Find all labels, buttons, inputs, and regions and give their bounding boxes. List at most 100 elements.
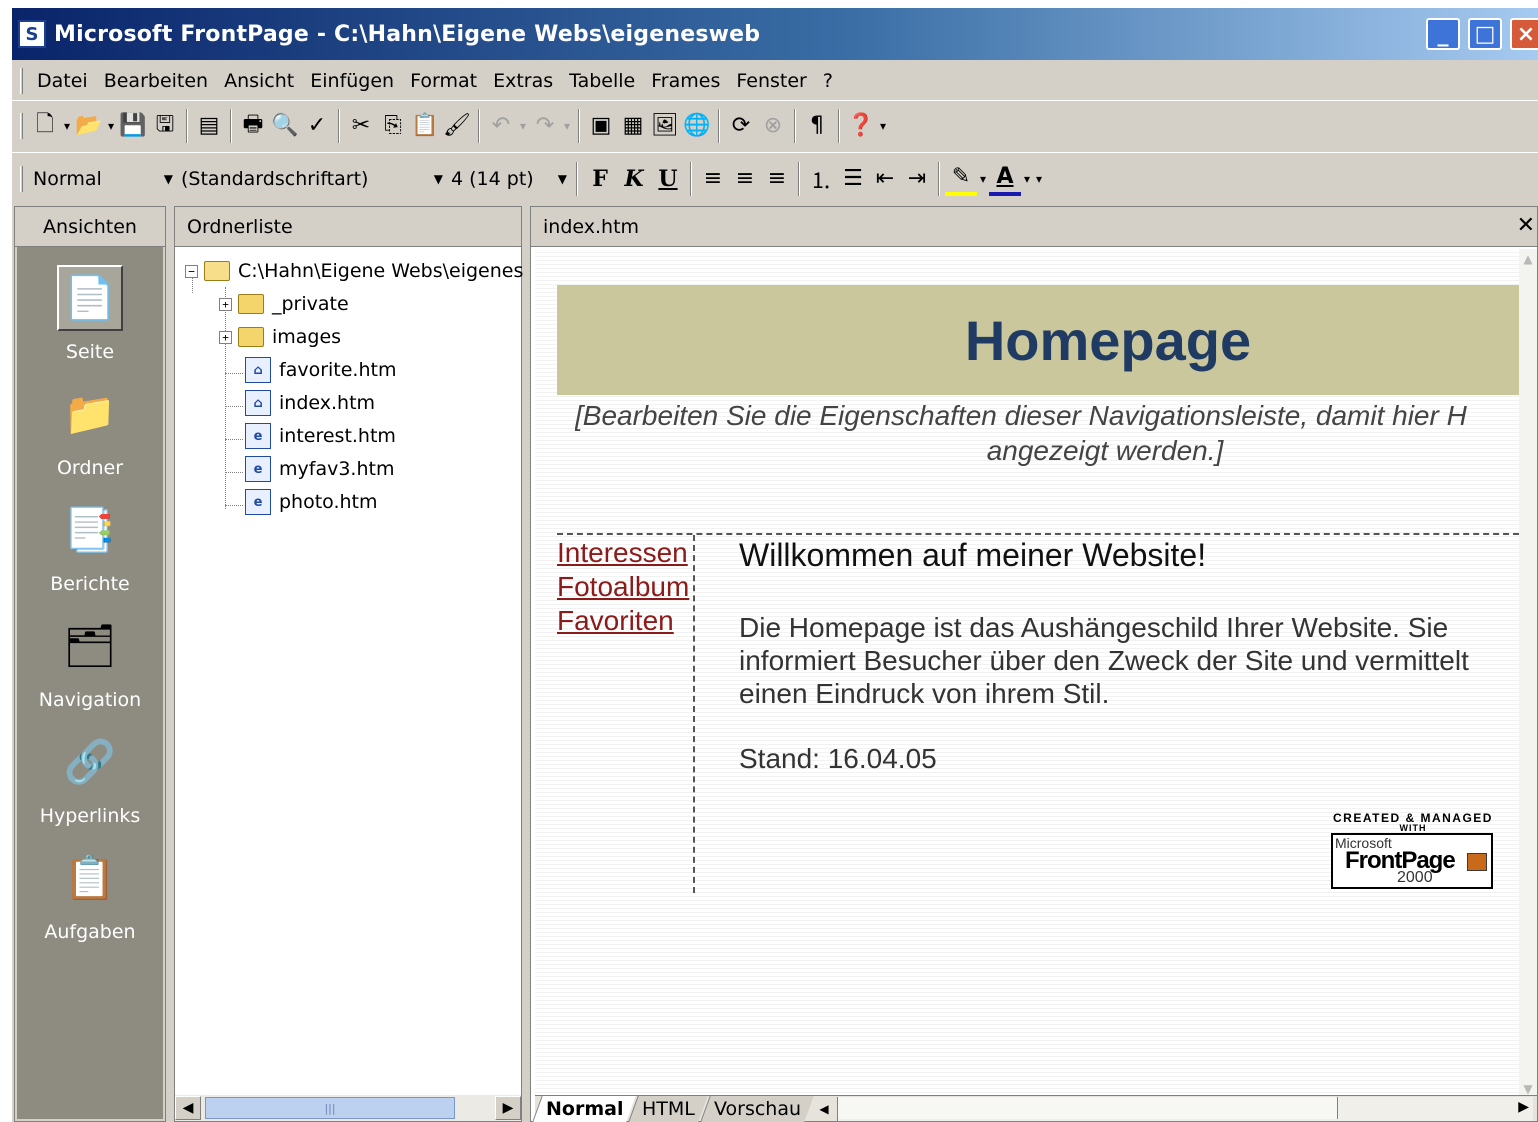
stand-date[interactable]: Stand: 16.04.05 xyxy=(739,743,937,775)
undo-icon[interactable]: ↶ xyxy=(485,109,517,143)
toolbar-options-icon[interactable]: ▾ xyxy=(877,119,889,133)
close-window-button[interactable]: × xyxy=(1510,18,1538,50)
print-icon[interactable]: 🖶 xyxy=(237,109,269,143)
underline-button[interactable]: U xyxy=(651,162,685,196)
cut-icon[interactable]: ✂ xyxy=(345,109,377,143)
style-select[interactable]: Normal ▼ xyxy=(29,163,177,195)
font-color-dropdown-icon[interactable]: ▾ xyxy=(1021,172,1033,186)
numbered-list-icon[interactable]: ⒈ xyxy=(805,162,837,196)
menu-frames[interactable]: Frames xyxy=(643,70,728,92)
undo-dropdown-icon[interactable]: ▾ xyxy=(517,119,529,133)
hyperlink-icon[interactable]: 🌐 xyxy=(681,109,713,143)
new-page-dropdown-icon[interactable]: ▾ xyxy=(61,119,73,133)
title-bar[interactable]: S Microsoft FrontPage - C:\Hahn\Eigene W… xyxy=(12,8,1538,60)
chevron-down-icon[interactable]: ▼ xyxy=(430,172,447,186)
tree-item-private[interactable]: + _private xyxy=(219,288,349,320)
save-icon[interactable]: 💾 xyxy=(117,109,149,143)
tree-item-images[interactable]: + images xyxy=(219,321,341,353)
insert-picture-icon[interactable]: 🖼 xyxy=(649,109,681,143)
menu-help[interactable]: ? xyxy=(815,70,841,92)
tab-normal[interactable]: Normal xyxy=(532,1095,637,1122)
font-color-icon[interactable]: A xyxy=(989,162,1021,196)
insert-component-icon[interactable]: ▣ xyxy=(585,109,617,143)
toolbar-grip[interactable] xyxy=(20,165,23,192)
toolbar-options-icon[interactable]: ▾ xyxy=(1033,172,1045,186)
scrollbar-thumb[interactable]: ||| xyxy=(205,1097,455,1119)
format-painter-icon[interactable]: 🖌 xyxy=(441,109,473,143)
editor-horizontal-scrollbar[interactable]: ▶ xyxy=(836,1096,1533,1121)
page-banner[interactable]: Homepage xyxy=(557,285,1519,395)
link-interessen[interactable]: Interessen xyxy=(557,537,688,569)
collapse-icon[interactable]: − xyxy=(185,264,198,278)
view-page[interactable]: 📄 Seite xyxy=(17,257,163,373)
maximize-button[interactable]: □ xyxy=(1468,18,1502,50)
scroll-up-icon[interactable]: ▲ xyxy=(1519,249,1537,269)
align-left-icon[interactable]: ≡ xyxy=(697,162,729,196)
scroll-right-icon[interactable]: ▶ xyxy=(495,1096,521,1120)
paste-icon[interactable]: 📋 xyxy=(409,109,441,143)
redo-icon[interactable]: ↷ xyxy=(529,109,561,143)
help-icon[interactable]: ❓ xyxy=(845,109,877,143)
tree-item-favorite[interactable]: ⌂ favorite.htm xyxy=(245,354,396,386)
scroll-left-icon[interactable]: ◀ xyxy=(175,1096,201,1120)
frontpage-app-icon[interactable]: S xyxy=(18,20,46,48)
view-tasks[interactable]: 📋 Aufgaben xyxy=(17,837,163,953)
highlight-icon[interactable]: ✎ xyxy=(945,162,977,196)
expand-icon[interactable]: + xyxy=(219,297,232,311)
menu-datei[interactable]: Datei xyxy=(29,70,96,92)
intro-paragraph[interactable]: Die Homepage ist das Aushängeschild Ihre… xyxy=(739,611,1509,710)
decrease-indent-icon[interactable]: ⇤ xyxy=(869,162,901,196)
tree-item-interest[interactable]: e interest.htm xyxy=(245,420,396,452)
stop-icon[interactable]: ⊗ xyxy=(757,109,789,143)
italic-button[interactable]: K xyxy=(617,162,651,196)
link-fotoalbum[interactable]: Fotoalbum xyxy=(557,571,689,603)
folder-list-icon[interactable]: ▤ xyxy=(193,109,225,143)
toolbar-grip[interactable] xyxy=(20,112,23,139)
menubar-grip[interactable] xyxy=(20,68,23,94)
menu-einfuegen[interactable]: Einfügen xyxy=(302,70,402,92)
highlight-dropdown-icon[interactable]: ▾ xyxy=(977,172,989,186)
menu-tabelle[interactable]: Tabelle xyxy=(561,70,643,92)
view-navigation[interactable]: 🗂 Navigation xyxy=(17,605,163,721)
font-select[interactable]: (Standardschriftart) ▼ xyxy=(177,163,447,195)
print-preview-icon[interactable]: 🔍 xyxy=(269,109,301,143)
increase-indent-icon[interactable]: ⇥ xyxy=(901,162,933,196)
bullet-list-icon[interactable]: ☰ xyxy=(837,162,869,196)
view-folders[interactable]: 📁 Ordner xyxy=(17,373,163,489)
open-icon[interactable]: 📂 xyxy=(73,109,105,143)
redo-dropdown-icon[interactable]: ▾ xyxy=(561,119,573,133)
link-favoriten[interactable]: Favoriten xyxy=(557,605,674,637)
spelling-icon[interactable]: ✓ xyxy=(301,109,333,143)
open-dropdown-icon[interactable]: ▾ xyxy=(105,119,117,133)
view-hyperlinks[interactable]: 🔗 Hyperlinks xyxy=(17,721,163,837)
expand-icon[interactable]: + xyxy=(219,330,232,344)
scroll-right-icon[interactable]: ▶ xyxy=(1518,1099,1529,1115)
menu-fenster[interactable]: Fenster xyxy=(728,70,814,92)
document-canvas[interactable]: Homepage [Bearbeiten Sie die Eigenschaft… xyxy=(535,249,1519,1099)
welcome-heading[interactable]: Willkommen auf meiner Website! xyxy=(739,537,1206,574)
insert-table-icon[interactable]: ▦ xyxy=(617,109,649,143)
tree-root[interactable]: − C:\Hahn\Eigene Webs\eigenes xyxy=(185,255,523,287)
font-size-select[interactable]: 4 (14 pt) ▼ xyxy=(447,163,571,195)
scrollbar-thumb[interactable] xyxy=(837,1096,1338,1119)
folder-horizontal-scrollbar[interactable]: ◀ ||| ▶ xyxy=(175,1095,521,1121)
new-page-icon[interactable]: 🗋 xyxy=(29,109,61,143)
editor-vertical-scrollbar[interactable]: ▲ ▼ xyxy=(1519,249,1537,1099)
tab-scroll-left-icon[interactable]: ◀ xyxy=(819,1102,828,1116)
refresh-icon[interactable]: ⟳ xyxy=(725,109,757,143)
menu-extras[interactable]: Extras xyxy=(485,70,561,92)
tab-html[interactable]: HTML xyxy=(628,1095,709,1122)
view-reports[interactable]: 📑 Berichte xyxy=(17,489,163,605)
bold-button[interactable]: F xyxy=(583,162,617,196)
menu-format[interactable]: Format xyxy=(402,70,485,92)
menu-ansicht[interactable]: Ansicht xyxy=(216,70,302,92)
align-center-icon[interactable]: ≡ xyxy=(729,162,761,196)
close-icon[interactable]: ✕ xyxy=(1517,213,1535,238)
tree-item-index[interactable]: ⌂ index.htm xyxy=(245,387,375,419)
chevron-down-icon[interactable]: ▼ xyxy=(554,172,571,186)
tree-item-photo[interactable]: e photo.htm xyxy=(245,486,378,518)
publish-icon[interactable]: 🖫 xyxy=(149,109,181,143)
copy-icon[interactable]: ⎘ xyxy=(377,109,409,143)
align-right-icon[interactable]: ≡ xyxy=(761,162,793,196)
minimize-button[interactable]: _ xyxy=(1426,18,1460,50)
